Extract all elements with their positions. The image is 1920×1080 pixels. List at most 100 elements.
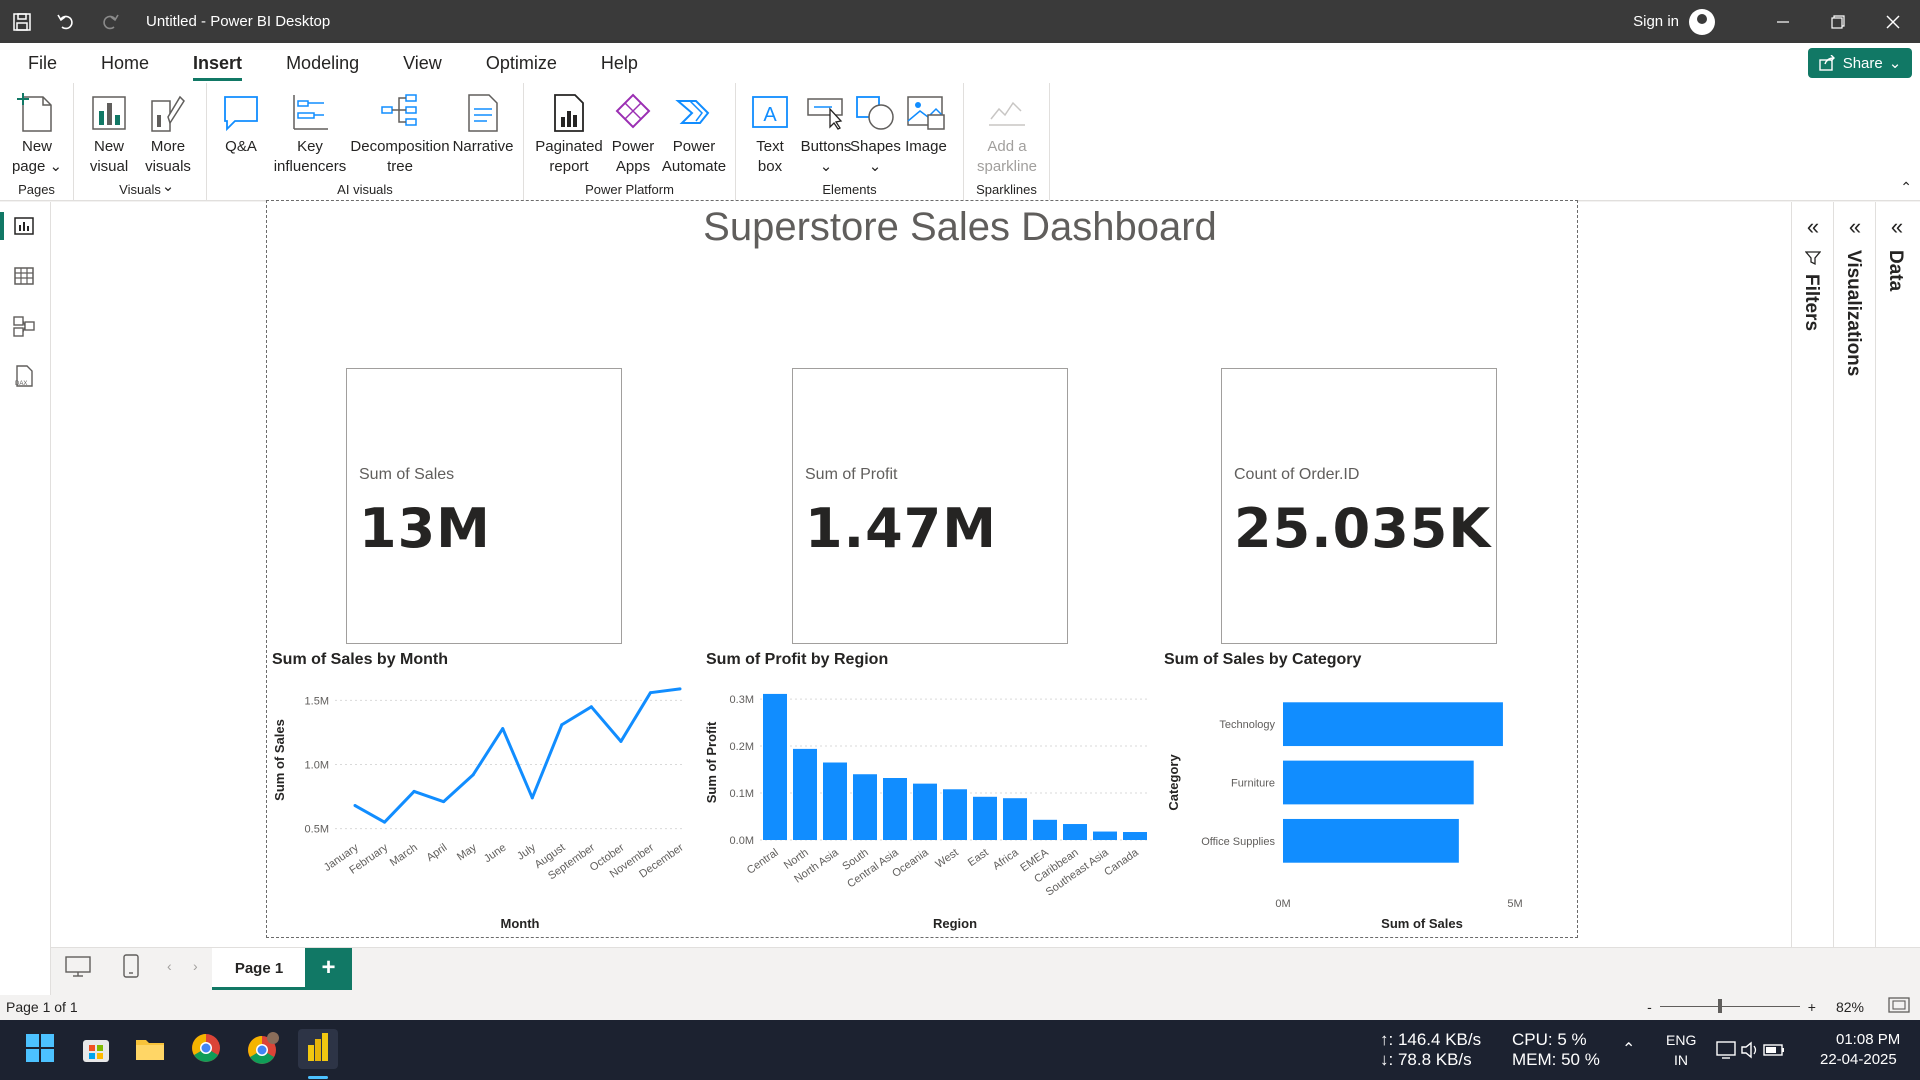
- tab-file[interactable]: File: [0, 43, 79, 83]
- visualizations-pane[interactable]: « Visualizations: [1833, 202, 1875, 947]
- kpi-card-orders[interactable]: Count of Order.ID 25.035K: [1221, 368, 1497, 644]
- shapes-icon: [855, 91, 895, 133]
- new-page-icon: [17, 91, 57, 133]
- data-pane[interactable]: « Data: [1875, 202, 1917, 947]
- power-automate-label-1: Power: [672, 138, 716, 155]
- language-region[interactable]: IN: [1674, 1050, 1688, 1070]
- power-apps-button[interactable]: Power Apps: [608, 91, 658, 177]
- power-bi-icon[interactable]: [298, 1029, 338, 1069]
- undo-icon[interactable]: [44, 0, 88, 43]
- share-label: Share: [1842, 54, 1883, 72]
- restore-button[interactable]: [1810, 0, 1865, 43]
- dax-query-view-icon[interactable]: DAX: [12, 364, 38, 390]
- new-visual-icon: [89, 91, 129, 133]
- power-automate-button[interactable]: Power Automate: [658, 91, 730, 177]
- y-tick-label: 0.1M: [730, 788, 754, 800]
- expand-filters-icon[interactable]: «: [1792, 214, 1834, 240]
- expand-visualizations-icon[interactable]: «: [1834, 214, 1876, 240]
- redo-icon[interactable]: [88, 0, 132, 43]
- tab-view[interactable]: View: [381, 43, 464, 83]
- clock-date[interactable]: 22-04-2025: [1820, 1050, 1897, 1070]
- mobile-layout-icon[interactable]: [123, 954, 139, 983]
- save-icon[interactable]: [0, 0, 44, 43]
- windows-start-icon[interactable]: [24, 1032, 58, 1066]
- sign-in-link[interactable]: Sign in: [1633, 13, 1679, 30]
- fit-to-page-icon[interactable]: [1888, 997, 1910, 1016]
- zoom-out-button[interactable]: -: [1647, 999, 1652, 1015]
- key-influencers-icon: [290, 91, 330, 133]
- profit-by-region-bar-chart[interactable]: 0.0M0.1M0.2M0.3MCentral NorthNorth Asia So…: [702, 675, 1152, 935]
- add-sparkline-button[interactable]: Add a sparkline: [970, 91, 1044, 177]
- new-visual-button[interactable]: New visual: [84, 91, 134, 177]
- close-button[interactable]: [1865, 0, 1920, 43]
- expand-data-icon[interactable]: «: [1876, 214, 1918, 240]
- buttons-icon: [806, 91, 846, 133]
- account-icon[interactable]: [1689, 8, 1715, 35]
- chevron-up-icon[interactable]: ⌃: [1622, 1040, 1635, 1060]
- x-tick-label: 0M: [1275, 898, 1290, 910]
- x-tick-label: June: [482, 842, 508, 866]
- key-influencers-button[interactable]: Key influencers: [269, 91, 351, 177]
- text-box-label-2: box: [757, 158, 783, 175]
- card-value: 13M: [359, 497, 491, 560]
- zoom-level[interactable]: 82%: [1836, 999, 1864, 1015]
- kpi-card-profit[interactable]: Sum of Profit 1.47M: [792, 368, 1068, 644]
- add-page-button[interactable]: +: [305, 948, 352, 990]
- chevron-down-icon: ⌄: [819, 158, 833, 175]
- system-tray-icons[interactable]: [1716, 1038, 1786, 1062]
- page-tab-page-1[interactable]: Page 1: [212, 948, 306, 990]
- y-axis-title: Category: [1166, 754, 1181, 811]
- language-primary[interactable]: ENG: [1666, 1030, 1696, 1050]
- table-view-icon[interactable]: [12, 264, 38, 290]
- chrome-profile-icon[interactable]: [246, 1032, 280, 1066]
- text-box-label-1: Text: [756, 138, 784, 155]
- tab-optimize[interactable]: Optimize: [464, 43, 579, 83]
- clock-time[interactable]: 01:08 PM: [1836, 1030, 1900, 1050]
- kpi-card-sales[interactable]: Sum of Sales 13M: [346, 368, 622, 644]
- text-box-button[interactable]: A Text box: [748, 91, 792, 177]
- buttons-button[interactable]: Buttons ⌄: [796, 91, 856, 177]
- image-button[interactable]: Image: [900, 91, 952, 157]
- more-visuals-label-1: More: [150, 138, 186, 155]
- collapse-ribbon-icon[interactable]: ⌃: [1900, 179, 1912, 196]
- bar: [1093, 831, 1117, 840]
- qa-button[interactable]: Q&A: [219, 91, 263, 157]
- zoom-slider[interactable]: [1659, 999, 1800, 1013]
- y-tick-label: 1.5M: [305, 695, 329, 707]
- file-explorer-icon[interactable]: [134, 1032, 168, 1066]
- chevron-right-icon[interactable]: ›: [193, 958, 198, 974]
- chevron-left-icon[interactable]: ‹: [167, 958, 172, 974]
- tab-help[interactable]: Help: [579, 43, 660, 83]
- tab-insert[interactable]: Insert: [171, 43, 264, 83]
- narrative-label: Narrative: [452, 138, 514, 155]
- new-page-button[interactable]: New page ⌄: [8, 91, 66, 177]
- shapes-button[interactable]: Shapes ⌄: [850, 91, 901, 177]
- group-label-elements: Elements: [822, 182, 877, 197]
- sales-series-line: [354, 687, 681, 824]
- filters-pane[interactable]: « Filters: [1791, 202, 1833, 947]
- page-tabs-bar: ‹ › Page 1 +: [51, 947, 1920, 995]
- network-download-speed: ↓: 78.8 KB/s: [1380, 1050, 1472, 1069]
- tab-modeling[interactable]: Modeling: [264, 43, 381, 83]
- sales-by-month-line-chart[interactable]: 0.5M1.0M1.5MJanuaryFebruaryMarch April May…: [270, 675, 690, 935]
- new-visual-label-2: visual: [89, 158, 129, 175]
- minimize-button[interactable]: [1755, 0, 1810, 43]
- dashboard-title[interactable]: Superstore Sales Dashboard: [0, 205, 1920, 250]
- desktop-layout-icon[interactable]: [65, 956, 91, 983]
- tab-home[interactable]: Home: [79, 43, 171, 83]
- share-button[interactable]: Share ⌄: [1808, 48, 1912, 78]
- model-view-icon[interactable]: [12, 314, 38, 340]
- power-automate-label-2: Automate: [661, 158, 727, 175]
- x-axis-title: Region: [933, 916, 977, 931]
- x-tick-label: Central: [745, 847, 781, 877]
- decomposition-tree-button[interactable]: Decomposition tree: [345, 91, 455, 177]
- zoom-slider-thumb[interactable]: [1717, 999, 1722, 1013]
- paginated-report-button[interactable]: Paginated report: [534, 91, 604, 177]
- narrative-button[interactable]: Narrative: [449, 91, 517, 157]
- chrome-icon[interactable]: [190, 1032, 224, 1066]
- store-icon[interactable]: [80, 1032, 114, 1066]
- power-apps-label-2: Apps: [615, 158, 651, 175]
- sales-by-category-bar-chart[interactable]: 0M 5M Technology Furniture Office Supplies Su…: [1150, 675, 1550, 935]
- zoom-in-button[interactable]: +: [1808, 999, 1816, 1015]
- text-box-icon: A: [750, 91, 790, 133]
